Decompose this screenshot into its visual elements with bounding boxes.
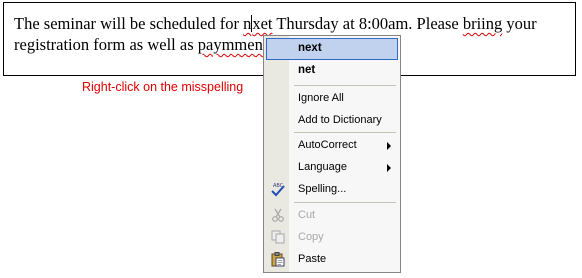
submenu-arrow-icon xyxy=(387,164,391,172)
spelling-context-menu: next net Ignore All Add to Dictionary Au… xyxy=(263,35,401,273)
misspelled-word-nxet[interactable]: nxet xyxy=(243,14,272,33)
menu-item-copy[interactable]: Copy xyxy=(266,226,398,248)
menu-item-language[interactable]: Language xyxy=(266,156,398,178)
misspelled-word-rest: xet xyxy=(252,14,273,33)
text-segment: registration form as well as xyxy=(14,35,198,54)
menu-item-paste[interactable]: Paste xyxy=(266,248,398,270)
menu-separator xyxy=(294,132,396,133)
menu-item-label: net xyxy=(298,64,316,76)
paste-clipboard-icon xyxy=(271,252,285,267)
menu-item-label: Language xyxy=(298,161,347,173)
menu-item-label: Ignore All xyxy=(298,92,344,104)
copy-icon xyxy=(271,230,285,244)
menu-item-ignore-all[interactable]: Ignore All xyxy=(266,87,398,109)
text-segment: your xyxy=(502,14,537,33)
menu-item-label: Cut xyxy=(298,209,316,221)
menu-item-add-to-dictionary[interactable]: Add to Dictionary xyxy=(266,109,398,131)
misspelled-word-briing[interactable]: briing xyxy=(463,14,502,33)
menu-separator xyxy=(294,85,396,86)
menu-item-suggestion-next[interactable]: next xyxy=(266,38,398,60)
text-segment: The seminar will be scheduled for xyxy=(14,14,244,33)
menu-item-spelling[interactable]: ABC Spelling... xyxy=(266,178,398,200)
menu-separator xyxy=(294,202,396,203)
menu-item-suggestion-net[interactable]: net xyxy=(266,60,398,82)
menu-item-label: next xyxy=(298,42,322,54)
menu-item-autocorrect[interactable]: AutoCorrect xyxy=(266,134,398,156)
menu-item-label: AutoCorrect xyxy=(298,139,357,151)
menu-item-cut[interactable]: Cut xyxy=(266,204,398,226)
misspelled-word-paymment[interactable]: paymment xyxy=(198,35,268,54)
instruction-caption: Right-click on the misspelling xyxy=(82,80,244,94)
submenu-arrow-icon xyxy=(387,142,391,150)
menu-item-label: Paste xyxy=(298,253,327,265)
menu-item-label: Spelling... xyxy=(298,183,347,195)
menu-item-label: Copy xyxy=(298,231,324,243)
misspelled-word-first-letter: n xyxy=(243,14,252,33)
menu-item-label: Add to Dictionary xyxy=(298,114,382,126)
spelling-check-icon: ABC xyxy=(271,183,285,197)
text-segment: Thursday at 8:00am. Please xyxy=(272,14,463,33)
scissors-icon xyxy=(272,208,284,222)
